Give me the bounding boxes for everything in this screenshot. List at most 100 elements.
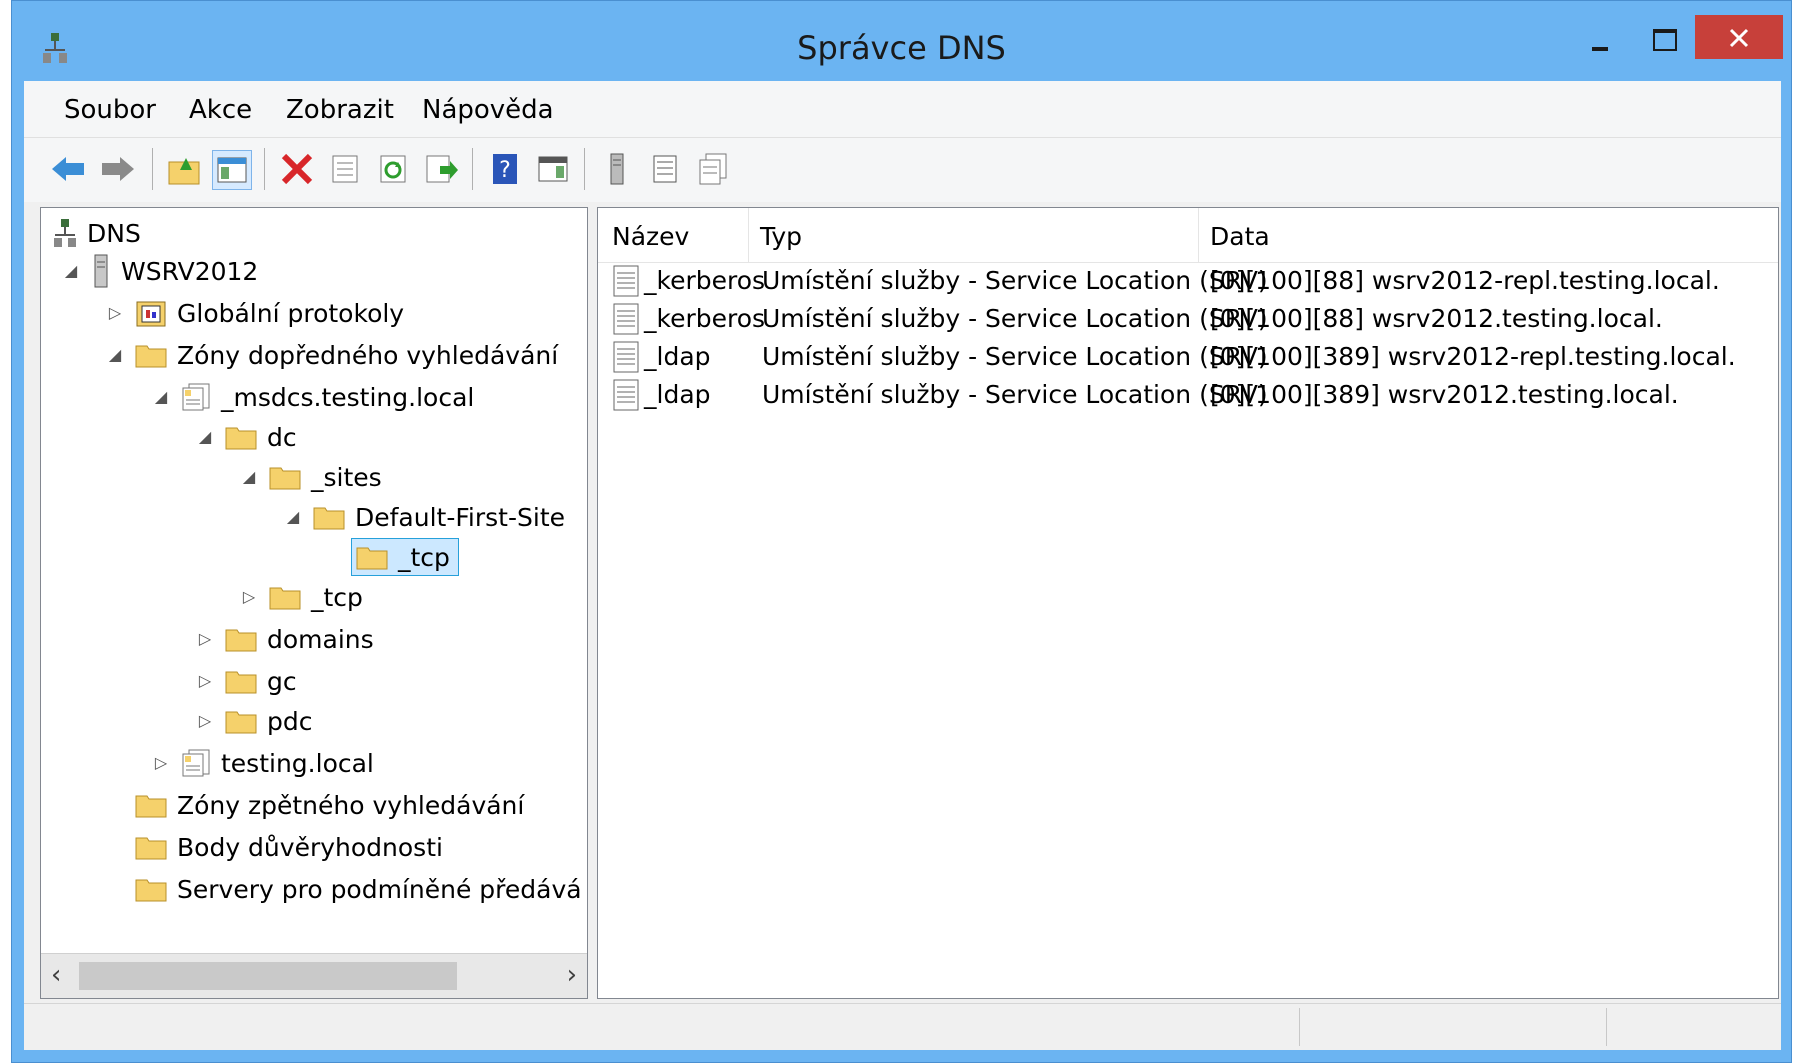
cell-type: Umístění služby - Service Location (SRV): [762, 380, 1268, 409]
properties-icon[interactable]: [326, 150, 364, 188]
status-bar: [24, 1003, 1781, 1050]
cell-data: [0][100][88] wsrv2012-repl.testing.local…: [1210, 266, 1720, 295]
menu-bar: Soubor Akce Zobrazit Nápověda: [24, 81, 1781, 138]
tree-item-reverse-zones[interactable]: Zóny zpětného vyhledávání: [135, 786, 524, 824]
folder-icon: [269, 584, 301, 610]
menu-napoveda[interactable]: Nápověda: [422, 95, 554, 125]
cell-type: Umístění služby - Service Location (SRV): [762, 304, 1268, 333]
tree-item-default-first-site[interactable]: ◢ Default-First-Site: [285, 498, 565, 536]
folder-icon: [135, 792, 167, 818]
tree-pane[interactable]: DNS ◢ WSRV2012 ▷ Globální protokoly ◢ Zó…: [40, 207, 588, 999]
column-header-type[interactable]: Typ: [760, 222, 802, 251]
scroll-right-icon[interactable]: ›: [567, 960, 577, 990]
folder-icon: [135, 876, 167, 902]
scroll-left-icon[interactable]: ‹: [51, 960, 61, 990]
title-bar[interactable]: Správce DNS: [12, 1, 1791, 81]
tree-item-dc[interactable]: ◢ dc: [197, 418, 297, 456]
table-row[interactable]: _kerberos Umístění služby - Service Loca…: [598, 262, 1778, 300]
expanded-arrow-icon[interactable]: ◢: [107, 347, 123, 363]
forward-arrow-icon[interactable]: [98, 150, 136, 188]
delete-icon[interactable]: [278, 150, 316, 188]
column-header-data[interactable]: Data: [1210, 222, 1270, 251]
folder-icon: [225, 626, 257, 652]
minimize-button[interactable]: [1575, 19, 1625, 65]
table-row[interactable]: _ldap Umístění služby - Service Location…: [598, 376, 1778, 414]
window-title: Správce DNS: [797, 29, 1006, 67]
cell-name: _ldap: [644, 342, 711, 371]
folder-icon: [225, 424, 257, 450]
folder-icon: [313, 504, 345, 530]
event-log-icon: [135, 300, 167, 327]
menu-soubor[interactable]: Soubor: [64, 95, 156, 125]
list-header: Název Typ Data: [598, 208, 1778, 263]
folder-icon: [225, 668, 257, 694]
tree-item-wsrv2012[interactable]: ◢ WSRV2012: [63, 252, 258, 290]
tree-item-msdcs[interactable]: ◢ _msdcs.testing.local: [153, 378, 475, 416]
cell-name: _kerberos: [644, 304, 766, 333]
tree-item-tcp-selected[interactable]: _tcp: [351, 538, 459, 576]
expanded-arrow-icon[interactable]: ◢: [153, 389, 169, 405]
cell-data: [0][100][389] wsrv2012-repl.testing.loca…: [1210, 342, 1736, 371]
tree-item-pdc[interactable]: ▷ pdc: [197, 702, 313, 740]
up-folder-icon[interactable]: [166, 150, 204, 188]
tree-item-tcp[interactable]: ▷ _tcp: [241, 578, 363, 616]
toolbar: ?: [24, 138, 1781, 202]
record-list-icon[interactable]: [646, 150, 684, 188]
close-button[interactable]: [1695, 15, 1783, 59]
record-icon: [612, 302, 640, 340]
tree-item-dns[interactable]: DNS: [53, 214, 141, 252]
collapsed-arrow-icon[interactable]: ▷: [107, 305, 123, 321]
export-list-icon[interactable]: [422, 150, 460, 188]
collapsed-arrow-icon[interactable]: ▷: [197, 713, 213, 729]
record-icon: [612, 378, 640, 416]
new-record-icon[interactable]: [694, 150, 732, 188]
show-hide-action-pane-icon[interactable]: [534, 150, 572, 188]
tree-item-global-logs[interactable]: ▷ Globální protokoly: [107, 294, 404, 332]
tree-item-trust-points[interactable]: Body důvěryhodnosti: [135, 828, 443, 866]
table-row[interactable]: _kerberos Umístění služby - Service Loca…: [598, 300, 1778, 338]
cell-name: _kerberos: [644, 266, 766, 295]
client-area: Soubor Akce Zobrazit Nápověda ? DNS ◢ WS…: [24, 81, 1781, 1050]
tree-item-conditional-forwarders[interactable]: Servery pro podmíněné předává: [135, 870, 582, 908]
collapsed-arrow-icon[interactable]: ▷: [241, 589, 257, 605]
server-icon[interactable]: [598, 150, 636, 188]
dns-manager-window: Správce DNS Soubor Akce Zobrazit Nápověd…: [11, 0, 1792, 1063]
tree-item-sites[interactable]: ◢ _sites: [241, 458, 382, 496]
tree-item-domains[interactable]: ▷ domains: [197, 620, 374, 658]
records-list-pane[interactable]: Název Typ Data _kerberos Umístění služby…: [597, 207, 1779, 999]
menu-zobrazit[interactable]: Zobrazit: [286, 95, 394, 125]
folder-icon: [225, 708, 257, 734]
column-header-name[interactable]: Název: [612, 222, 689, 251]
folder-icon: [135, 342, 167, 368]
help-icon[interactable]: ?: [486, 150, 524, 188]
close-icon: [1729, 28, 1749, 48]
collapsed-arrow-icon[interactable]: ▷: [197, 673, 213, 689]
maximize-button[interactable]: [1639, 19, 1689, 65]
collapsed-arrow-icon[interactable]: ▷: [153, 755, 169, 771]
folder-icon: [269, 464, 301, 490]
tree-item-forward-zones[interactable]: ◢ Zóny dopředného vyhledávání: [107, 336, 558, 374]
expanded-arrow-icon[interactable]: ◢: [197, 429, 213, 445]
show-hide-tree-icon[interactable]: [212, 150, 252, 190]
scroll-thumb[interactable]: [79, 962, 457, 990]
expanded-arrow-icon[interactable]: ◢: [63, 263, 79, 279]
folder-icon: [135, 834, 167, 860]
cell-type: Umístění služby - Service Location (SRV): [762, 342, 1268, 371]
refresh-icon[interactable]: [374, 150, 412, 188]
server-icon: [91, 254, 111, 288]
tree-item-testing-local[interactable]: ▷ testing.local: [153, 744, 374, 782]
back-arrow-icon[interactable]: [50, 150, 88, 188]
collapsed-arrow-icon[interactable]: ▷: [197, 631, 213, 647]
dns-root-icon: [53, 218, 77, 248]
tree-horizontal-scrollbar[interactable]: ‹ ›: [41, 953, 587, 998]
folder-icon: [356, 544, 388, 570]
expanded-arrow-icon[interactable]: ◢: [241, 469, 257, 485]
tree-item-gc[interactable]: ▷ gc: [197, 662, 297, 700]
zone-icon: [181, 382, 211, 412]
svg-text:?: ?: [499, 158, 511, 183]
record-icon: [612, 264, 640, 302]
table-row[interactable]: _ldap Umístění služby - Service Location…: [598, 338, 1778, 376]
menu-akce[interactable]: Akce: [189, 95, 252, 125]
zone-icon: [181, 748, 211, 778]
expanded-arrow-icon[interactable]: ◢: [285, 509, 301, 525]
